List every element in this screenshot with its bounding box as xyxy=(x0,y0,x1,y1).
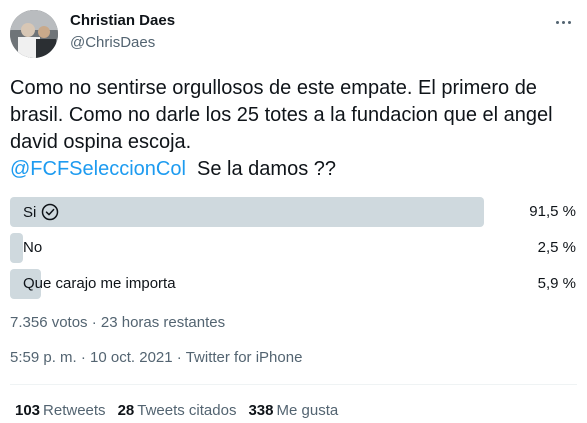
poll-percent-other: 5,9 % xyxy=(537,275,576,292)
author-name[interactable]: Christian Daes xyxy=(70,12,175,29)
tweet-source[interactable]: Twitter for iPhone xyxy=(186,349,303,366)
more-icon[interactable] xyxy=(551,10,575,34)
quotes-count: 28 xyxy=(117,402,135,419)
poll-label-si: Si xyxy=(23,203,37,221)
likes-stat[interactable]: 338 Me gusta xyxy=(248,402,338,419)
likes-label: Me gusta xyxy=(276,402,339,419)
poll-option-si: Si 91,5 % xyxy=(10,197,580,227)
poll-percent-si: 91,5 % xyxy=(529,203,576,220)
likes-count: 338 xyxy=(248,402,274,419)
poll-percent-no: 2,5 % xyxy=(537,239,576,256)
poll-label-other: Que carajo me importa xyxy=(23,275,176,292)
engagement-stats: 103 Retweets 28 Tweets citados 338 Me gusta xyxy=(15,402,338,419)
mention-link[interactable]: @FCFSeleccionCol xyxy=(10,158,186,180)
retweets-label: Retweets xyxy=(43,402,106,419)
retweets-stat[interactable]: 103 Retweets xyxy=(15,402,106,419)
poll-label-no: No xyxy=(23,239,43,256)
timestamp-separator: · xyxy=(80,349,86,366)
divider xyxy=(10,384,577,385)
avatar-photo xyxy=(10,10,58,58)
check-circle-icon xyxy=(41,203,59,221)
timestamp: 5:59 p. m. · 10 oct. 2021 · Twitter for … xyxy=(10,349,302,366)
poll-summary: 7.356 votos · 23 horas restantes xyxy=(10,314,226,331)
poll-bar-no xyxy=(10,233,23,263)
poll-bar-si xyxy=(10,197,484,227)
quotes-label: Tweets citados xyxy=(137,402,237,419)
retweets-count: 103 xyxy=(15,402,41,419)
poll-option-no: No 2,5 % xyxy=(10,233,580,263)
tweet-text: Como no sentirse orgullosos de este empa… xyxy=(10,75,580,183)
quotes-stat[interactable]: 28 Tweets citados xyxy=(118,402,237,419)
poll-option-other: Que carajo me importa 5,9 % xyxy=(10,269,580,299)
timestamp-separator-2: · xyxy=(176,349,182,366)
poll: Si 91,5 % No 2,5 % Que carajo me importa… xyxy=(10,197,580,305)
author-handle[interactable]: @ChrisDaes xyxy=(70,34,155,51)
tweet-time[interactable]: 5:59 p. m. xyxy=(10,349,77,366)
tweet-text-end: Se la damos ?? xyxy=(185,158,337,180)
tweet-text-main: Como no sentirse orgullosos de este empa… xyxy=(10,77,553,153)
tweet-date[interactable]: 10 oct. 2021 xyxy=(90,349,173,366)
avatar[interactable] xyxy=(10,10,58,58)
